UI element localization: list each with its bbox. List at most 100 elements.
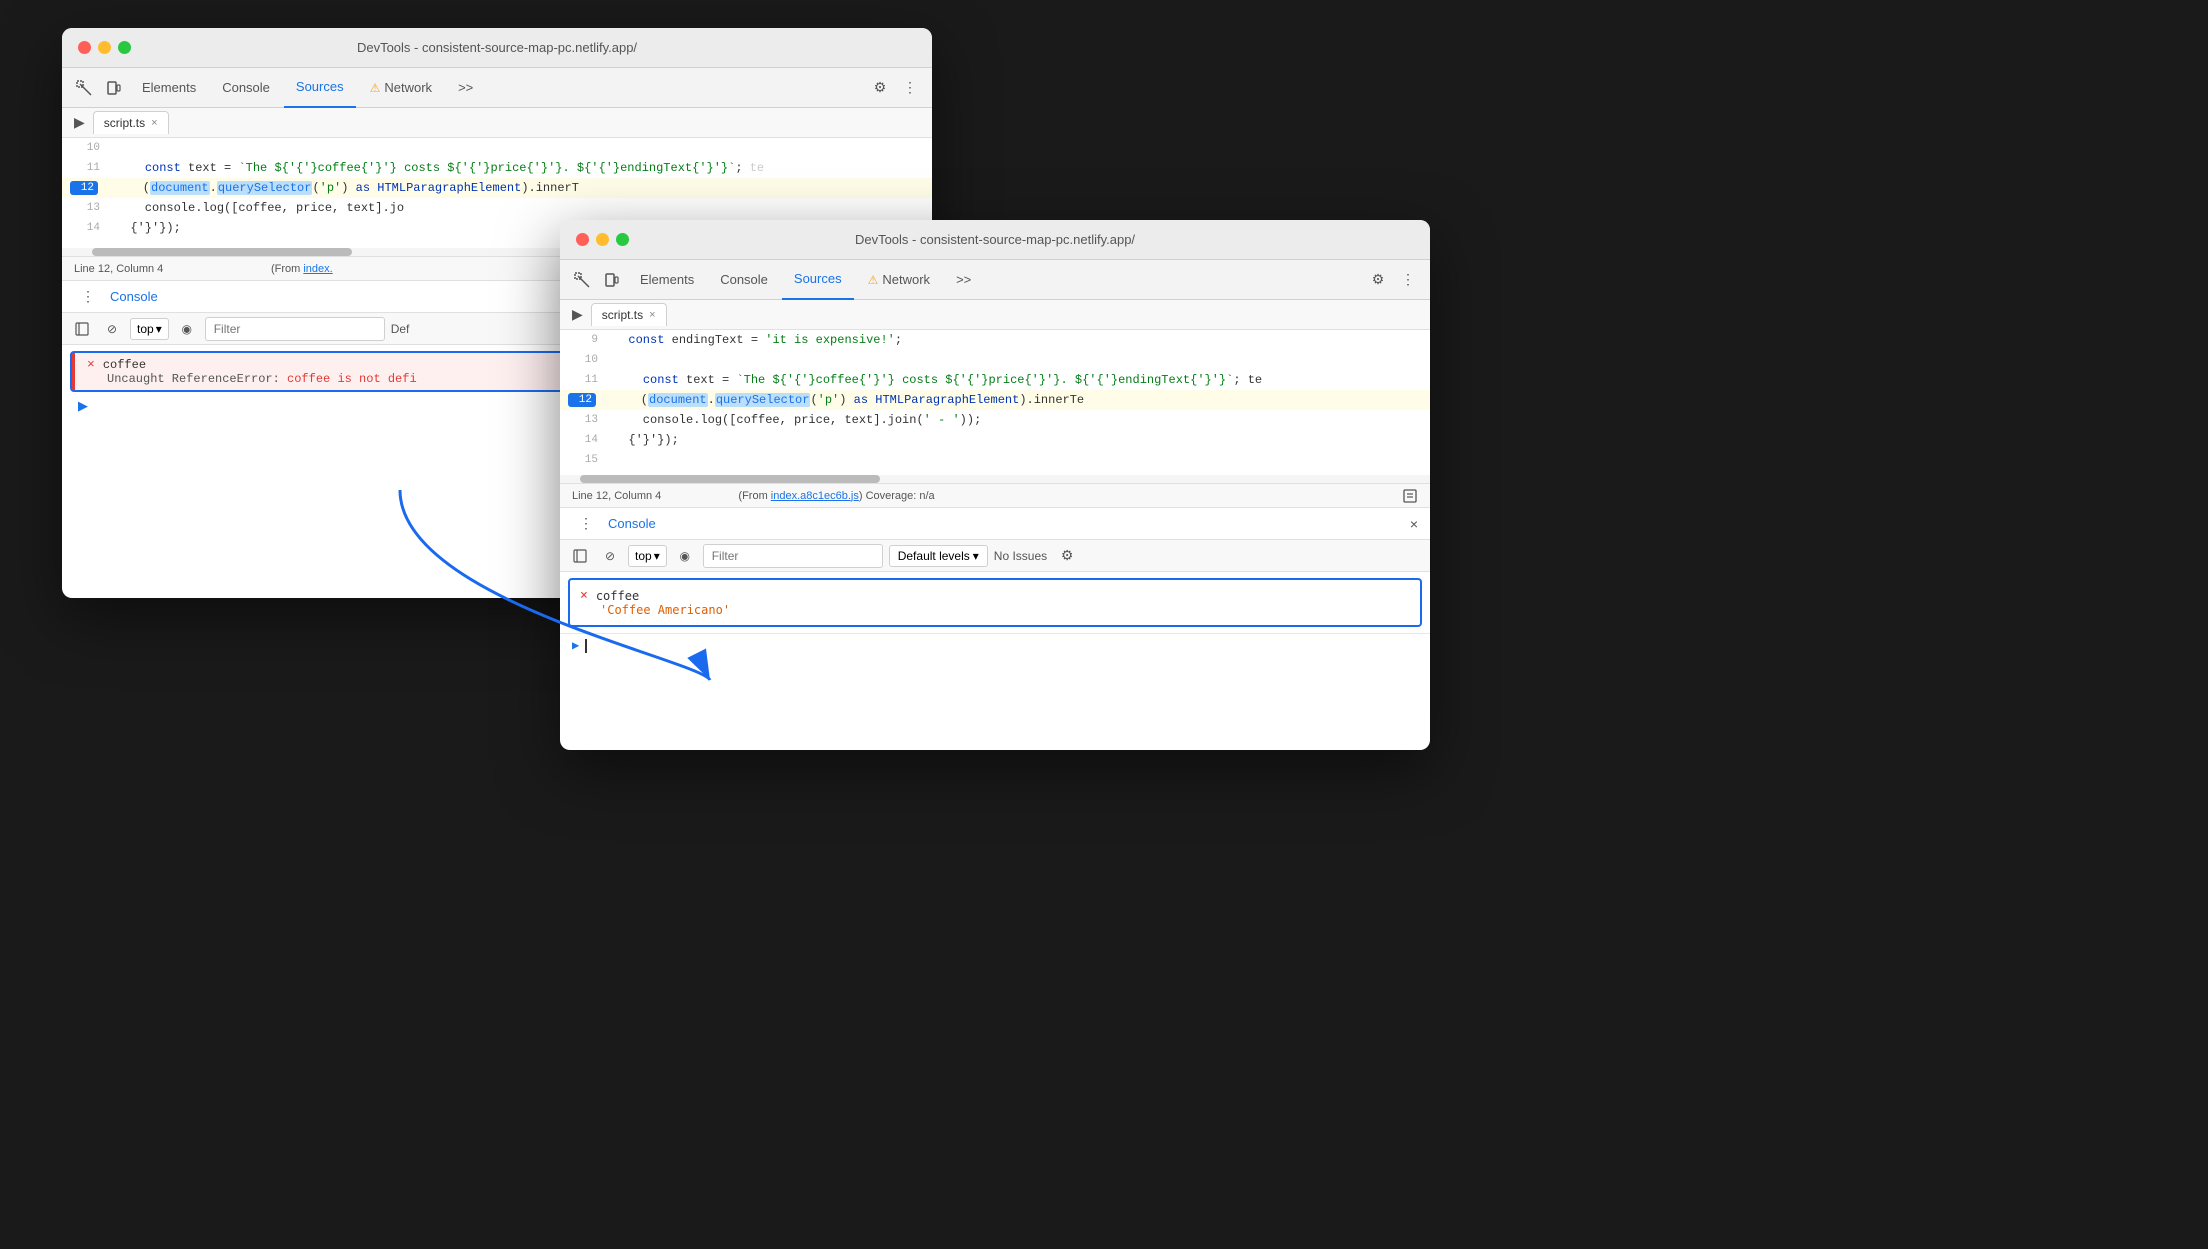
console-section-2: ⋮ Console × ⊘ top ▾ ◉ Default levels ▾ bbox=[560, 507, 1430, 657]
file-tab-close-2[interactable]: × bbox=[649, 309, 655, 321]
top-dropdown-2[interactable]: top ▾ bbox=[628, 545, 667, 567]
settings-console-icon-2[interactable]: ⚙ bbox=[1053, 542, 1081, 570]
status-link-2[interactable]: index.a8c1ec6b.js bbox=[771, 490, 859, 502]
file-tab-label-2: script.ts bbox=[602, 308, 643, 322]
tl-red-2[interactable] bbox=[576, 233, 589, 246]
eye-icon-1[interactable]: ◉ bbox=[175, 317, 199, 341]
console-header-2: ⋮ Console × bbox=[560, 508, 1430, 540]
settings-icon-2[interactable]: ⚙ bbox=[1364, 266, 1392, 294]
tab-console-1[interactable]: Console bbox=[210, 68, 282, 108]
console-toolbar-2: ⊘ top ▾ ◉ Default levels ▾ No Issues ⚙ bbox=[560, 540, 1430, 572]
console-cursor-2[interactable] bbox=[585, 639, 587, 653]
file-tab-script-1[interactable]: script.ts × bbox=[93, 111, 169, 134]
tl-yellow-2[interactable] bbox=[596, 233, 609, 246]
console-menu-icon-1[interactable]: ⋮ bbox=[74, 283, 102, 311]
code-line-14-2: 14 {'}'}); bbox=[560, 430, 1430, 450]
titlebar-1: DevTools - consistent-source-map-pc.netl… bbox=[62, 28, 932, 68]
console-close-btn-2[interactable]: × bbox=[1410, 516, 1418, 532]
file-tabbar-1: ▶ script.ts × bbox=[62, 108, 932, 138]
inspect-icon-2[interactable] bbox=[568, 266, 596, 294]
console-title-2: Console bbox=[608, 516, 656, 531]
settings-icon-1[interactable]: ⚙ bbox=[866, 74, 894, 102]
code-line-10-1: 10 bbox=[62, 138, 932, 158]
expand-icon-1[interactable]: ▶ bbox=[70, 114, 89, 131]
window-title-2: DevTools - consistent-source-map-pc.netl… bbox=[855, 232, 1135, 247]
expand-icon-2[interactable]: ▶ bbox=[568, 306, 587, 323]
clear-icon-1[interactable]: ⊘ bbox=[100, 317, 124, 341]
error-area-2: × coffee 'Coffee Americano' bbox=[568, 578, 1422, 627]
devtools-tabbar-1: Elements Console Sources ⚠ Network >> ⚙ … bbox=[62, 68, 932, 108]
code-line-11-2: 11 const text = `The ${'{'}coffee{'}'} c… bbox=[560, 370, 1430, 390]
tl-yellow-1[interactable] bbox=[98, 41, 111, 54]
sidebar-icon-2[interactable] bbox=[568, 544, 592, 568]
error-x-icon-2: × bbox=[580, 588, 588, 603]
console-menu-icon-2[interactable]: ⋮ bbox=[572, 510, 600, 538]
error-msg-header-2: × coffee bbox=[580, 588, 1410, 603]
error-label-2: coffee bbox=[596, 589, 639, 603]
no-issues-label-2: No Issues bbox=[994, 549, 1047, 563]
eye-icon-2[interactable]: ◉ bbox=[673, 544, 697, 568]
scrollbar-2[interactable] bbox=[560, 475, 1430, 483]
code-line-13-2: 13 console.log([coffee, price, text].joi… bbox=[560, 410, 1430, 430]
sidebar-icon-1[interactable] bbox=[70, 317, 94, 341]
code-line-12-1: 12 (document.querySelector('p') as HTMLP… bbox=[62, 178, 932, 198]
file-tabbar-2: ▶ script.ts × bbox=[560, 300, 1430, 330]
tab-elements-2[interactable]: Elements bbox=[628, 260, 706, 300]
inspect-icon-1[interactable] bbox=[70, 74, 98, 102]
code-line-10-2: 10 bbox=[560, 350, 1430, 370]
code-line-12-2: 12 (document.querySelector('p') as HTMLP… bbox=[560, 390, 1430, 410]
error-label-1: coffee bbox=[103, 358, 146, 372]
status-bar-2: Line 12, Column 4 (From index.a8c1ec6b.j… bbox=[560, 483, 1430, 507]
tab-more-2[interactable]: >> bbox=[944, 260, 983, 300]
devtools-tabbar-2: Elements Console Sources ⚠ Network >> ⚙ … bbox=[560, 260, 1430, 300]
console-prompt-2: ▶ bbox=[572, 638, 579, 653]
default-levels-btn-2[interactable]: Default levels ▾ bbox=[889, 545, 988, 567]
device-icon-2[interactable] bbox=[598, 266, 626, 294]
traffic-lights-2 bbox=[576, 233, 629, 246]
window-title-1: DevTools - consistent-source-map-pc.netl… bbox=[357, 40, 637, 55]
devtools-window-2: DevTools - consistent-source-map-pc.netl… bbox=[560, 220, 1430, 750]
more-icon-1[interactable]: ⋮ bbox=[896, 74, 924, 102]
status-line-col-2: Line 12, Column 4 bbox=[572, 490, 661, 502]
tab-elements-1[interactable]: Elements bbox=[130, 68, 208, 108]
error-box-2: × coffee 'Coffee Americano' bbox=[568, 578, 1422, 627]
code-line-13-1: 13 console.log([coffee, price, text].jo bbox=[62, 198, 932, 218]
filter-input-2[interactable] bbox=[703, 544, 883, 568]
tab-more-1[interactable]: >> bbox=[446, 68, 485, 108]
tab-console-2[interactable]: Console bbox=[708, 260, 780, 300]
error-text-1: Uncaught ReferenceError: bbox=[107, 372, 287, 386]
clear-icon-2[interactable]: ⊘ bbox=[598, 544, 622, 568]
tab-network-1[interactable]: ⚠ Network bbox=[358, 68, 444, 108]
filter-input-1[interactable] bbox=[205, 317, 385, 341]
titlebar-2: DevTools - consistent-source-map-pc.netl… bbox=[560, 220, 1430, 260]
default-levels-1[interactable]: Def bbox=[391, 322, 410, 336]
file-tab-close-1[interactable]: × bbox=[151, 117, 157, 129]
file-tab-label-1: script.ts bbox=[104, 116, 145, 130]
error-detail-text-1: coffee is not defi bbox=[287, 372, 417, 386]
status-link-1[interactable]: index. bbox=[303, 263, 332, 275]
code-line-11-1: 11 const text = `The ${'{'}coffee{'}'} c… bbox=[62, 158, 932, 178]
error-output-2: 'Coffee Americano' bbox=[580, 603, 1410, 617]
error-x-icon-1: × bbox=[87, 357, 95, 372]
warning-icon-1: ⚠ bbox=[370, 81, 381, 95]
console-input-row-2: ▶ bbox=[560, 633, 1430, 657]
tl-red-1[interactable] bbox=[78, 41, 91, 54]
error-output-str-2: 'Coffee Americano' bbox=[600, 603, 730, 617]
warning-icon-2: ⚠ bbox=[868, 273, 879, 287]
status-line-col-1: Line 12, Column 4 bbox=[74, 263, 163, 275]
tab-sources-1[interactable]: Sources bbox=[284, 68, 356, 108]
scrollbar-thumb-2[interactable] bbox=[580, 475, 880, 483]
file-tab-script-2[interactable]: script.ts × bbox=[591, 303, 667, 326]
code-area-2: 9 const endingText = 'it is expensive!';… bbox=[560, 330, 1430, 475]
traffic-lights-1 bbox=[78, 41, 131, 54]
tab-sources-2[interactable]: Sources bbox=[782, 260, 854, 300]
tl-green-2[interactable] bbox=[616, 233, 629, 246]
tl-green-1[interactable] bbox=[118, 41, 131, 54]
tab-network-2[interactable]: ⚠ Network bbox=[856, 260, 942, 300]
top-dropdown-1[interactable]: top ▾ bbox=[130, 318, 169, 340]
console-title-1: Console bbox=[110, 289, 158, 304]
device-icon-1[interactable] bbox=[100, 74, 128, 102]
more-icon-2[interactable]: ⋮ bbox=[1394, 266, 1422, 294]
scrollbar-thumb-1[interactable] bbox=[92, 248, 352, 256]
code-line-15-2: 15 bbox=[560, 450, 1430, 470]
